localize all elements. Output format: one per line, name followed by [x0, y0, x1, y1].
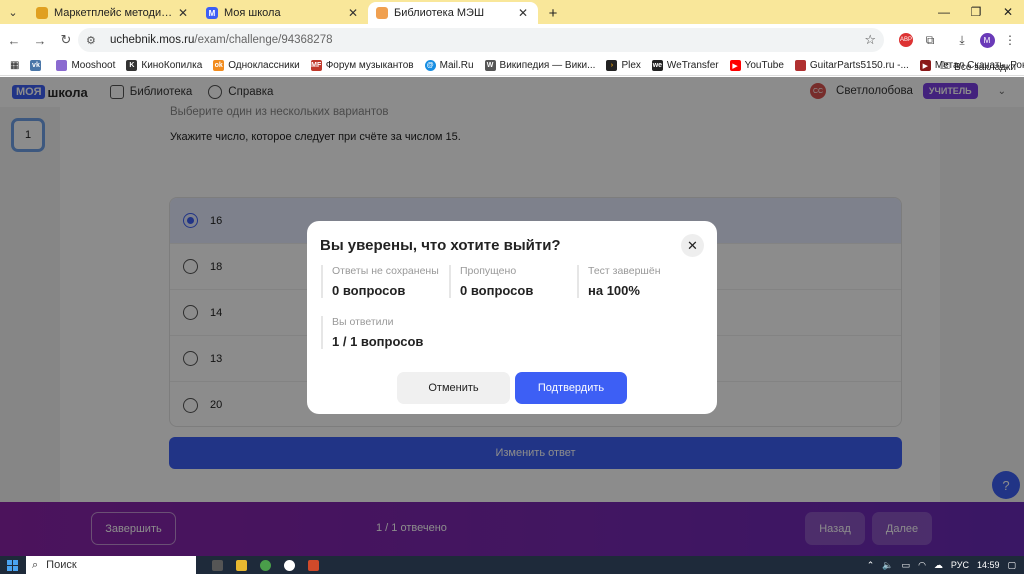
- url-host: uchebnik.mos.ru: [110, 34, 195, 46]
- powerpoint-icon[interactable]: [302, 556, 324, 574]
- close-tab-icon[interactable]: ✕: [516, 6, 530, 20]
- system-tray: ⌃ 🔈 ▭ ◠ ☁ РУС 14:59 ▢: [867, 556, 1024, 574]
- tab-title: Моя школа: [224, 7, 281, 19]
- bookmark-mailru[interactable]: @ Mail.Ru: [424, 60, 474, 71]
- download-icon[interactable]: ⤓: [950, 28, 974, 52]
- cancel-button[interactable]: Отменить: [397, 372, 510, 404]
- chrome-icon[interactable]: [254, 556, 276, 574]
- windows-start-icon[interactable]: [2, 556, 22, 574]
- mf-icon: MF: [310, 60, 322, 71]
- tab-biblioteka-mesh[interactable]: Библиотека МЭШ ✕: [368, 2, 538, 24]
- file-explorer-icon[interactable]: [230, 556, 252, 574]
- wetransfer-icon: we: [651, 60, 663, 71]
- bookmark-youtube[interactable]: ▶ YouTube: [729, 60, 784, 71]
- ok-icon: ok: [213, 60, 225, 71]
- notifications-icon[interactable]: ▢: [1007, 560, 1016, 571]
- bookmark-guitarparts[interactable]: GuitarParts5150.ru -...: [794, 60, 909, 71]
- exit-confirm-dialog: Вы уверены, что хотите выйти? ✕ Ответы н…: [307, 221, 717, 414]
- forward-icon[interactable]: →: [28, 28, 52, 52]
- wifi-icon[interactable]: ◠: [918, 560, 926, 571]
- tab-search-icon[interactable]: ⌄: [2, 1, 24, 23]
- new-tab-button[interactable]: +: [542, 2, 564, 24]
- url-path: /exam/challenge/94368278: [194, 34, 333, 46]
- bookmark-plex[interactable]: › Plex: [606, 60, 641, 71]
- yandex-browser-icon[interactable]: [278, 556, 300, 574]
- reload-icon[interactable]: ↻: [54, 28, 78, 52]
- address-bar[interactable]: ⚙ uchebnik.mos.ru/exam/challenge/9436827…: [78, 28, 884, 52]
- task-view-icon[interactable]: [206, 556, 228, 574]
- network-icon[interactable]: ☁: [934, 560, 943, 571]
- close-tab-icon[interactable]: ✕: [346, 6, 360, 20]
- bookmark-star-icon[interactable]: ☆: [864, 32, 876, 48]
- language-indicator[interactable]: РУС: [951, 560, 969, 570]
- mooshoot-icon: [56, 60, 68, 71]
- apps-icon[interactable]: ▦: [10, 60, 19, 71]
- bookmark-vk[interactable]: vk: [30, 60, 45, 71]
- mailru-icon: @: [424, 60, 436, 71]
- vk-icon: vk: [30, 60, 42, 71]
- back-icon[interactable]: ←: [2, 28, 26, 52]
- all-bookmarks-button[interactable]: 🗀 Все закладки: [940, 59, 1016, 76]
- bookmark-forum[interactable]: MF Форум музыкантов: [310, 60, 414, 71]
- tab-title: Библиотека МЭШ: [394, 7, 485, 19]
- wikipedia-icon: W: [484, 60, 496, 71]
- extensions-icon[interactable]: ⧉: [918, 28, 942, 52]
- biblioteka-favicon-icon: [376, 7, 388, 19]
- bookmark-wetransfer[interactable]: we WeTransfer: [651, 60, 719, 71]
- close-window-icon[interactable]: ✕: [992, 0, 1024, 24]
- confirm-button[interactable]: Подтвердить: [515, 372, 627, 404]
- tray-expand-icon[interactable]: ⌃: [867, 560, 875, 571]
- stat-answered: Вы ответили 1 / 1 вопросов: [321, 316, 423, 349]
- bookmark-mooshoot[interactable]: Mooshoot: [56, 60, 115, 71]
- bookmark-kinokopilka[interactable]: K КиноКопилка: [126, 60, 202, 71]
- minimize-icon[interactable]: —: [928, 0, 960, 24]
- guitarparts-icon: [794, 60, 806, 71]
- bookmark-wikipedia[interactable]: W Википедия — Вики...: [484, 60, 595, 71]
- stat-unsaved: Ответы не сохранены 0 вопросов: [321, 265, 439, 298]
- browser-menu-icon[interactable]: ⋮: [998, 28, 1022, 52]
- profile-avatar[interactable]: M: [975, 28, 999, 52]
- restore-icon[interactable]: ❐: [960, 0, 992, 24]
- marketplace-favicon-icon: [36, 7, 48, 19]
- metal-icon: ▶: [919, 60, 931, 71]
- browser-toolbar: ← → ↻ ⚙ uchebnik.mos.ru/exam/challenge/9…: [0, 24, 1024, 56]
- kinokopilka-icon: K: [126, 60, 138, 71]
- browser-tabbar: ⌄ Маркетплейс методических р ✕ M Моя шко…: [0, 0, 1024, 24]
- stat-skipped: Пропущено 0 вопросов: [449, 265, 533, 298]
- site-info-icon[interactable]: ⚙: [86, 34, 102, 47]
- close-icon[interactable]: ✕: [681, 234, 704, 257]
- dialog-title: Вы уверены, что хотите выйти?: [320, 237, 561, 254]
- close-tab-icon[interactable]: ✕: [176, 6, 190, 20]
- youtube-icon: ▶: [729, 60, 741, 71]
- search-icon: ⌕: [32, 558, 39, 571]
- stat-completed: Тест завершён на 100%: [577, 265, 661, 298]
- window-controls: — ❐ ✕: [928, 0, 1024, 24]
- moya-shkola-favicon-icon: M: [206, 7, 218, 19]
- taskbar-search[interactable]: ⌕ Поиск: [26, 556, 196, 574]
- clock[interactable]: 14:59: [977, 560, 1000, 570]
- bookmark-odnoklassniki[interactable]: ok Одноклассники: [213, 60, 300, 71]
- tab-marketplace[interactable]: Маркетплейс методических р ✕: [28, 2, 198, 24]
- plex-icon: ›: [606, 60, 618, 71]
- folder-icon: 🗀: [940, 61, 951, 72]
- tab-title: Маркетплейс методических р: [54, 7, 176, 19]
- adblock-icon[interactable]: ABP: [894, 28, 918, 52]
- tab-moya-shkola[interactable]: M Моя школа ✕: [198, 2, 368, 24]
- taskbar: ⌕ Поиск ⌃ 🔈 ▭ ◠ ☁ РУС 14:59 ▢: [0, 556, 1024, 574]
- bookmarks-bar: ▦ vk Mooshoot K КиноКопилка ok Одноклассни…: [0, 56, 1024, 76]
- battery-icon[interactable]: ▭: [902, 560, 911, 571]
- volume-icon[interactable]: 🔈: [882, 560, 893, 571]
